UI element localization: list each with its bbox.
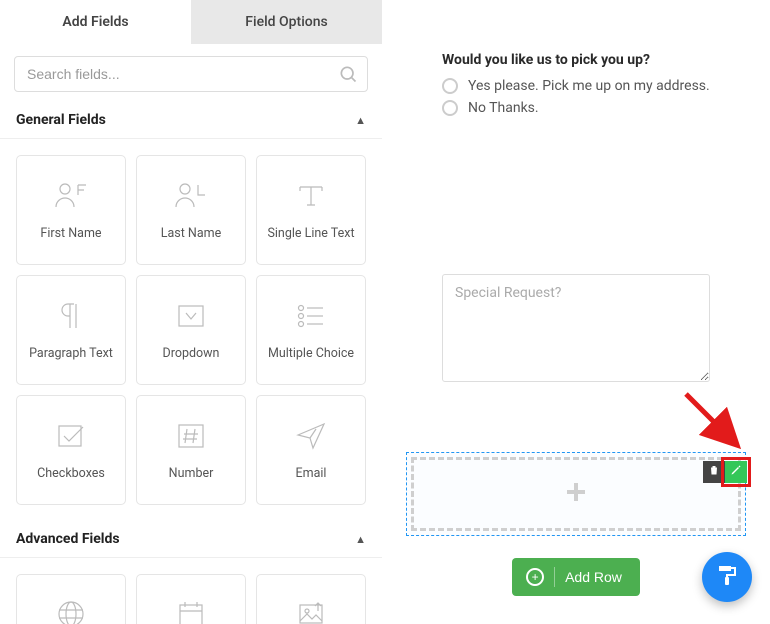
radio-list-icon <box>295 300 327 332</box>
add-row-label: Add Row <box>565 569 622 585</box>
field-image-upload[interactable] <box>256 574 366 624</box>
plus-icon <box>564 480 588 508</box>
tile-label: Last Name <box>161 226 221 241</box>
hash-icon <box>175 420 207 452</box>
tab-label: Field Options <box>245 14 327 30</box>
dropzone-inner <box>411 457 741 531</box>
general-fields-grid: First Name Last Name Single Line Text Pa… <box>0 139 382 521</box>
form-preview: Would you like us to pick you up? Yes pl… <box>382 0 770 624</box>
tile-label: Single Line Text <box>267 226 354 241</box>
tile-label: First Name <box>40 226 101 241</box>
section-title: General Fields <box>16 112 106 128</box>
delete-row-button[interactable] <box>703 461 725 483</box>
field-dropdown[interactable]: Dropdown <box>136 275 246 385</box>
search-container <box>0 44 382 102</box>
section-title: Advanced Fields <box>16 531 120 547</box>
field-multiple-choice[interactable]: Multiple Choice <box>256 275 366 385</box>
new-row-dropzone[interactable] <box>406 452 746 536</box>
annotation-arrow-icon <box>680 388 750 458</box>
checkbox-icon <box>55 420 87 452</box>
search-icon <box>338 64 358 88</box>
tile-label: Dropdown <box>163 346 220 361</box>
dropzone-controls <box>703 461 747 483</box>
field-last-name[interactable]: Last Name <box>136 155 246 265</box>
edit-row-button[interactable] <box>725 461 747 483</box>
tile-label: Paragraph Text <box>29 346 113 361</box>
radio-label: Yes please. Pick me up on my address. <box>468 78 710 94</box>
section-advanced-fields[interactable]: Advanced Fields ▲ <box>0 521 382 558</box>
field-email[interactable]: Email <box>256 395 366 505</box>
dropdown-icon <box>175 300 207 332</box>
tile-label: Number <box>169 466 214 481</box>
field-number[interactable]: Number <box>136 395 246 505</box>
question-label: Would you like us to pick you up? <box>442 52 710 68</box>
tile-label: Checkboxes <box>37 466 105 481</box>
field-single-line-text[interactable]: Single Line Text <box>256 155 366 265</box>
field-checkboxes[interactable]: Checkboxes <box>16 395 126 505</box>
search-input[interactable] <box>14 56 368 92</box>
plus-circle-icon: + <box>526 568 544 586</box>
tab-field-options[interactable]: Field Options <box>191 0 382 44</box>
radio-question-block: Would you like us to pick you up? Yes pl… <box>382 0 770 116</box>
globe-icon <box>56 598 86 624</box>
paragraph-icon <box>56 300 86 332</box>
paper-plane-icon <box>295 420 327 452</box>
caret-up-icon: ▲ <box>355 114 366 127</box>
special-request-textarea[interactable] <box>442 274 710 382</box>
fields-sidebar: Add Fields Field Options General Fields … <box>0 0 382 624</box>
paint-fab-button[interactable] <box>702 552 752 602</box>
section-general-fields[interactable]: General Fields ▲ <box>0 102 382 139</box>
tab-label: Add Fields <box>62 14 128 30</box>
tile-label: Multiple Choice <box>268 346 354 361</box>
field-date[interactable] <box>136 574 246 624</box>
advanced-fields-grid <box>0 558 382 624</box>
trash-icon <box>708 464 720 480</box>
pencil-icon <box>730 464 742 480</box>
textarea-field-block <box>382 274 770 386</box>
tab-add-fields[interactable]: Add Fields <box>0 0 191 44</box>
paint-roller-icon <box>715 563 739 591</box>
radio-option-yes[interactable]: Yes please. Pick me up on my address. <box>442 78 710 94</box>
image-upload-icon <box>296 598 326 624</box>
radio-icon <box>442 100 458 116</box>
sidebar-tabs: Add Fields Field Options <box>0 0 382 44</box>
field-website-url[interactable] <box>16 574 126 624</box>
field-paragraph-text[interactable]: Paragraph Text <box>16 275 126 385</box>
field-first-name[interactable]: First Name <box>16 155 126 265</box>
radio-icon <box>442 78 458 94</box>
person-f-icon <box>54 180 88 212</box>
text-t-icon <box>294 180 328 212</box>
add-row-button[interactable]: + Add Row <box>512 558 640 596</box>
radio-label: No Thanks. <box>468 100 539 116</box>
calendar-icon <box>176 598 206 624</box>
radio-option-no[interactable]: No Thanks. <box>442 100 710 116</box>
tile-label: Email <box>296 466 327 481</box>
person-l-icon <box>174 180 208 212</box>
divider <box>554 567 555 587</box>
caret-up-icon: ▲ <box>355 533 366 546</box>
